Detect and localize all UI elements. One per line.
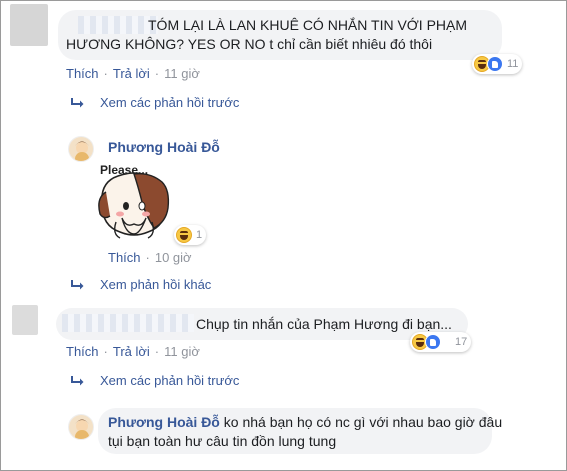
- reply-arrow-icon: [70, 375, 86, 387]
- like-link[interactable]: Thích: [66, 344, 99, 359]
- comment-bubble: TÓM LẠI LÀ LAN KHUÊ CÓ NHẮN TIN VỚI PHẠM…: [58, 10, 502, 60]
- commenter-name[interactable]: [62, 314, 194, 332]
- reply-author-name[interactable]: Phương Hoài Đỗ: [108, 414, 220, 430]
- like-reaction-icon: [425, 334, 441, 350]
- commenter-name[interactable]: [78, 16, 158, 34]
- comment-text: Chụp tin nhắn của Phạm Hương đi bạn...: [196, 316, 452, 332]
- reaction-count: 11: [507, 58, 519, 70]
- comment-bubble: Chụp tin nhắn của Phạm Hương đi bạn...: [56, 308, 468, 340]
- reply-author-avatar[interactable]: [68, 414, 94, 440]
- reply-time[interactable]: 10 giờ: [155, 250, 192, 265]
- view-previous-replies-link[interactable]: Xem các phản hồi trước: [70, 373, 239, 388]
- view-previous-replies-label: Xem các phản hồi trước: [100, 95, 240, 110]
- reply-arrow-icon: [70, 97, 86, 109]
- reply-link[interactable]: Trả lời: [113, 344, 150, 359]
- like-link[interactable]: Thích: [66, 66, 99, 81]
- view-more-replies-label: Xem phản hồi khác: [100, 277, 212, 292]
- reply-arrow-icon: [70, 279, 86, 291]
- view-previous-replies-label: Xem các phản hồi trước: [100, 373, 240, 388]
- reply-author-avatar[interactable]: [68, 136, 94, 162]
- like-link[interactable]: Thích: [108, 250, 141, 265]
- reply-text-line2: tụi bạn toàn hư câu tin đồn lung tung: [108, 433, 337, 449]
- reply-bubble: Phương Hoài Đỗ ko nhá bạn họ có nc gì vớ…: [98, 408, 502, 454]
- comment-text-line1: TÓM LẠI LÀ LAN KHUÊ CÓ NHẮN TIN VỚI PHẠM: [148, 17, 468, 33]
- reaction-count: 1: [196, 229, 203, 241]
- reaction-count: 17: [455, 336, 468, 348]
- reply-actions: Thích · 10 giờ: [108, 250, 192, 265]
- like-reaction-icon: [487, 56, 503, 72]
- comment-time[interactable]: 11 giờ: [164, 66, 200, 81]
- reply-reactions[interactable]: 1: [174, 225, 207, 245]
- reply-link[interactable]: Trả lời: [113, 66, 150, 81]
- sticker-image[interactable]: Please...: [96, 162, 172, 242]
- comment-actions: Thích · Trả lời · 11 giờ: [66, 344, 200, 359]
- comment-time[interactable]: 11 giờ: [164, 344, 200, 359]
- view-previous-replies-link[interactable]: Xem các phản hồi trước: [70, 95, 239, 110]
- comment-text-line2: HƯƠNG KHÔNG? YES OR NO t chỉ cần biết nh…: [66, 36, 433, 52]
- commenter-avatar[interactable]: [12, 305, 38, 335]
- sticker-caption: Please...: [100, 163, 148, 177]
- commenter-avatar[interactable]: [10, 4, 48, 46]
- view-more-replies-link[interactable]: Xem phản hồi khác: [70, 277, 211, 292]
- haha-reaction-icon: [176, 227, 192, 243]
- reply-author-name[interactable]: Phương Hoài Đỗ: [108, 139, 220, 155]
- comment-reactions[interactable]: 11: [472, 54, 523, 74]
- comment-actions: Thích · Trả lời · 11 giờ: [66, 66, 200, 81]
- reply-text-line1: ko nhá bạn họ có nc gì với nhau bao giờ …: [223, 414, 503, 430]
- comment-reactions[interactable]: 17: [410, 332, 472, 352]
